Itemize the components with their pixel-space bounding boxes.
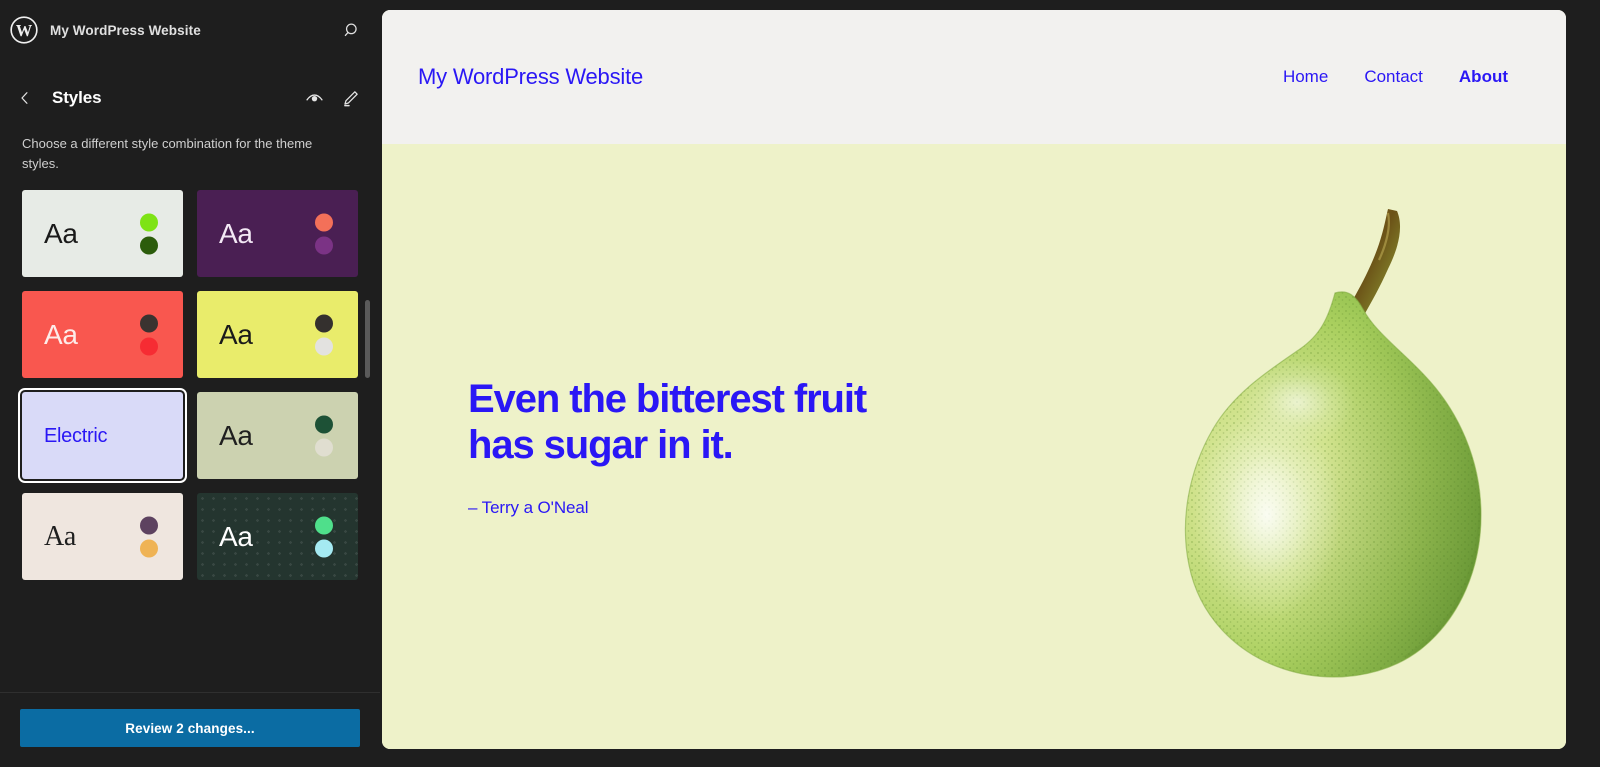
hero-quote-citation: – Terry a O'Neal <box>468 497 589 517</box>
wordpress-logo-icon[interactable]: W <box>8 14 40 46</box>
swatch-color-dots <box>315 415 333 457</box>
sidebar-topbar: W My WordPress Website <box>0 0 380 60</box>
style-variation-electric[interactable]: Electric <box>18 388 187 484</box>
swatch-color-dot-1 <box>140 213 158 232</box>
swatch-color-dots <box>315 213 333 255</box>
style-variation-citron[interactable]: Aa <box>197 291 358 379</box>
site-editor: W My WordPress Website Styles Choose a d… <box>0 0 1600 767</box>
style-variation-coral[interactable]: Aa <box>22 291 183 379</box>
style-variation-label: Aa <box>219 419 253 451</box>
pencil-icon[interactable] <box>334 82 366 114</box>
style-variation-sage[interactable]: Aa <box>197 392 358 480</box>
swatch-color-dot-2 <box>315 337 333 356</box>
eye-icon[interactable] <box>298 82 330 114</box>
swatch-color-dot-2 <box>140 236 158 255</box>
swatch-color-dot-1 <box>315 415 333 434</box>
site-preview-canvas[interactable]: My WordPress Website Home Contact About Ev… <box>382 10 1566 749</box>
style-variation-forest-dots[interactable]: Aa <box>197 493 358 581</box>
style-variation-default-light[interactable]: Aa <box>22 190 183 278</box>
style-variation-label: Aa <box>219 217 253 249</box>
swatch-color-dots <box>315 314 333 356</box>
swatch-color-dot-2 <box>315 236 333 255</box>
preview-site-title[interactable]: My WordPress Website <box>418 64 1283 90</box>
style-variations-scroller[interactable]: Aa Aa Aa Aa Electric Aa Aa Aa <box>0 190 380 692</box>
sidebar-scrollbar-thumb[interactable] <box>365 300 370 379</box>
preview-canvas-wrapper: My WordPress Website Home Contact About Ev… <box>380 0 1600 767</box>
style-variations-grid: Aa Aa Aa Aa Electric Aa Aa Aa <box>18 190 358 581</box>
preview-site-navigation: Home Contact About <box>1283 67 1508 87</box>
preview-site-header: My WordPress Website Home Contact About <box>382 10 1566 144</box>
swatch-color-dot-2 <box>140 337 158 356</box>
pear-illustration-icon <box>1092 197 1532 697</box>
styles-panel-header: Styles <box>0 60 380 120</box>
swatch-color-dot-1 <box>315 314 333 333</box>
swatch-color-dots <box>140 516 158 558</box>
preview-hero-section: Even the bitterest fruit has sugar in it… <box>382 144 1566 749</box>
svg-text:W: W <box>16 21 33 40</box>
swatch-color-dot-2 <box>315 539 333 558</box>
swatch-color-dot-1 <box>140 516 158 535</box>
style-variation-cream-serif[interactable]: Aa <box>22 493 183 581</box>
swatch-color-dots <box>140 314 158 356</box>
swatch-color-dots <box>315 516 333 558</box>
style-variation-label: Aa <box>44 318 78 350</box>
style-variation-purple[interactable]: Aa <box>197 190 358 278</box>
swatch-color-dot-1 <box>315 516 333 535</box>
review-changes-button[interactable]: Review 2 changes... <box>20 709 360 747</box>
nav-link-contact[interactable]: Contact <box>1364 67 1423 87</box>
editor-sidebar: W My WordPress Website Styles Choose a d… <box>0 0 380 767</box>
chevron-left-icon[interactable] <box>10 83 40 113</box>
search-icon[interactable] <box>336 14 368 46</box>
hero-quote-block: Even the bitterest fruit has sugar in it… <box>382 376 867 518</box>
swatch-color-dot-1 <box>140 314 158 333</box>
sidebar-footer: Review 2 changes... <box>0 692 380 767</box>
swatch-color-dots <box>140 213 158 255</box>
page-title: Styles <box>52 88 102 107</box>
swatch-color-dot-2 <box>140 539 158 558</box>
swatch-color-dot-2 <box>315 438 333 457</box>
style-variation-label: Aa <box>219 318 253 350</box>
nav-link-about[interactable]: About <box>1459 67 1508 87</box>
panel-actions <box>298 82 366 114</box>
styles-description: Choose a different style combination for… <box>22 136 313 172</box>
style-variation-label: Aa <box>44 520 77 552</box>
editor-site-name: My WordPress Website <box>50 22 201 38</box>
swatch-color-dot-1 <box>315 213 333 232</box>
swatch-dot-pattern <box>197 493 358 581</box>
style-variation-label: Aa <box>44 217 78 249</box>
nav-link-home[interactable]: Home <box>1283 67 1328 87</box>
sidebar-scrollbar[interactable] <box>365 300 370 692</box>
hero-quote-text: Even the bitterest fruit has sugar in it… <box>468 376 867 467</box>
style-variation-label: Electric <box>44 424 108 447</box>
